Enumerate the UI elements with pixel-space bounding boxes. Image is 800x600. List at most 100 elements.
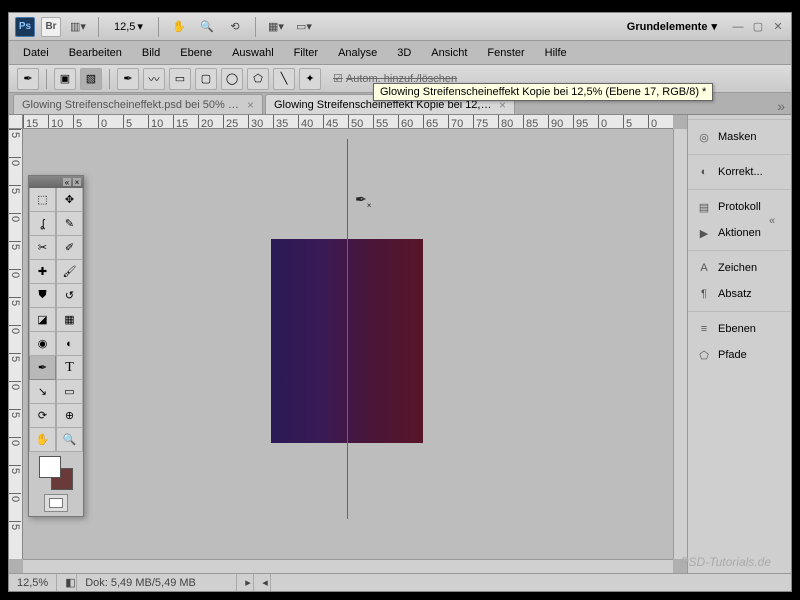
watermark-text: PSD-Tutorials.de — [681, 555, 771, 569]
ruler-origin[interactable] — [9, 115, 23, 129]
gradient-tool[interactable]: ▦ — [56, 308, 83, 332]
panel-icon: ≡ — [696, 321, 712, 337]
crop-tool[interactable]: ✂ — [29, 236, 56, 260]
type-tool[interactable]: T — [56, 356, 83, 380]
3d-camera-tool[interactable]: ⊕ — [56, 404, 83, 428]
paths-mode[interactable]: ▧ — [80, 68, 102, 90]
vertical-ruler[interactable]: 505050505050505 — [9, 129, 23, 559]
dodge-tool[interactable]: ◐ — [56, 332, 83, 356]
move-tool[interactable]: ✥ — [56, 188, 83, 212]
blur-tool[interactable]: ◉ — [29, 332, 56, 356]
zoom-tool[interactable]: 🔍 — [56, 428, 83, 452]
zoom-readout[interactable]: 12,5% — [9, 574, 57, 591]
zoom-level-combo[interactable]: 12,5 ▾ — [108, 18, 149, 35]
quick-select-tool[interactable]: ✎ — [56, 212, 83, 236]
arrange-docs-icon[interactable]: ▦▾ — [265, 16, 287, 38]
pen-tool[interactable]: ✒ — [29, 356, 56, 380]
panel-tab[interactable]: AZeichen — [688, 255, 791, 281]
horizontal-ruler[interactable]: 1510505101520253035404550556065707580859… — [23, 115, 673, 129]
panel-label: Zeichen — [718, 262, 757, 274]
canvas[interactable]: ✒× — [23, 129, 673, 559]
eraser-tool[interactable]: ◪ — [29, 308, 56, 332]
menu-hilfe[interactable]: Hilfe — [535, 43, 577, 63]
application-bar: Ps Br ▥▾ 12,5 ▾ ✋ 🔍 ⟲ ▦▾ ▭▾ Grundelement… — [9, 13, 791, 41]
zoom-tool-icon[interactable]: 🔍 — [196, 16, 218, 38]
marquee-tool[interactable]: ⬚ — [29, 188, 56, 212]
expand-panels-icon[interactable]: « — [769, 215, 783, 229]
document-size-readout[interactable]: Dok: 5,49 MB/5,49 MB — [77, 574, 237, 591]
panel-header[interactable]: « × — [29, 176, 83, 188]
photoshop-logo-icon[interactable]: Ps — [15, 17, 35, 37]
roundrect-shape[interactable]: ▢ — [195, 68, 217, 90]
panel-label: Masken — [718, 131, 757, 143]
color-swatches[interactable] — [39, 456, 73, 490]
3d-tool[interactable]: ⟳ — [29, 404, 56, 428]
panel-label: Protokoll — [718, 201, 761, 213]
menu-filter[interactable]: Filter — [284, 43, 328, 63]
workspace-switcher[interactable]: Grundelemente ▾ — [619, 17, 725, 36]
current-tool-icon[interactable]: ✒ — [17, 68, 39, 90]
scroll-left-icon[interactable]: ◂ — [254, 574, 271, 591]
hand-tool-icon[interactable]: ✋ — [168, 16, 190, 38]
close-icon[interactable]: × — [73, 178, 81, 186]
pen-subtool[interactable]: ✒ — [117, 68, 139, 90]
freeform-pen-subtool[interactable]: 〰 — [143, 68, 165, 90]
menu-bearbeiten[interactable]: Bearbeiten — [59, 43, 132, 63]
panel-icon: ◐ — [696, 164, 712, 180]
polygon-shape[interactable]: ⬠ — [247, 68, 269, 90]
custom-shape[interactable]: ✦ — [299, 68, 321, 90]
shape-layers-mode[interactable]: ▣ — [54, 68, 76, 90]
menu-fenster[interactable]: Fenster — [477, 43, 534, 63]
stamp-tool[interactable]: ⛊ — [29, 284, 56, 308]
maximize-button[interactable]: ▢ — [751, 20, 765, 34]
eyedropper-tool[interactable]: ✐ — [56, 236, 83, 260]
menu-ebene[interactable]: Ebene — [170, 43, 222, 63]
tab-overflow-icon[interactable]: » — [777, 98, 785, 114]
close-button[interactable]: ✕ — [771, 20, 785, 34]
panel-icon: ¶ — [696, 286, 712, 302]
tool-options-bar: ✒ ▣ ▧ ✒ 〰 ▭ ▢ ◯ ⬠ ╲ ✦ ☑ Autom. hinzuf./l… — [9, 65, 791, 93]
panel-tab[interactable]: ⬠Pfade — [688, 342, 791, 368]
panel-tab[interactable]: ¶Absatz — [688, 281, 791, 307]
hand-tool[interactable]: ✋ — [29, 428, 56, 452]
collapse-icon[interactable]: « — [63, 178, 71, 186]
layout-dropdown[interactable]: ▥▾ — [67, 16, 89, 38]
menu-3d[interactable]: 3D — [387, 43, 421, 63]
panel-tab[interactable]: ◎ Masken — [688, 124, 791, 150]
history-brush-tool[interactable]: ↺ — [56, 284, 83, 308]
screen-mode-icon[interactable]: ▭▾ — [293, 16, 315, 38]
line-shape[interactable]: ╲ — [273, 68, 295, 90]
menu-bild[interactable]: Bild — [132, 43, 170, 63]
ellipse-shape[interactable]: ◯ — [221, 68, 243, 90]
shape-tool[interactable]: ▭ — [56, 380, 83, 404]
panel-icon: ◎ — [696, 129, 712, 145]
brush-tool[interactable]: 🖌 — [56, 260, 83, 284]
panel-label: Aktionen — [718, 227, 761, 239]
guide-line[interactable] — [347, 139, 348, 519]
panel-tab[interactable]: ≡Ebenen — [688, 316, 791, 342]
menu-analyse[interactable]: Analyse — [328, 43, 387, 63]
rect-shape[interactable]: ▭ — [169, 68, 191, 90]
status-icon[interactable]: ◧ — [57, 574, 77, 591]
collapsed-panel-dock: ◎Masken◐Korrekt...▤Protokoll▶AktionenAZe… — [687, 115, 791, 573]
lasso-tool[interactable]: ʆ — [29, 212, 56, 236]
menu-ansicht[interactable]: Ansicht — [421, 43, 477, 63]
tools-panel[interactable]: « × ⬚ ✥ ʆ ✎ ✂ ✐ ✚ 🖌 ⛊ ↺ ◪ ▦ ◉ ◐ ✒ T ↘ ▭ … — [28, 175, 84, 517]
panel-icon: ▤ — [696, 199, 712, 215]
close-icon[interactable]: × — [247, 98, 254, 112]
rotate-view-icon[interactable]: ⟲ — [224, 16, 246, 38]
document-tab[interactable]: Glowing Streifenscheineffekt.psd bei 50%… — [13, 94, 263, 114]
canvas-region: 1510505101520253035404550556065707580859… — [9, 115, 687, 573]
bridge-logo-icon[interactable]: Br — [41, 17, 61, 37]
vertical-scrollbar[interactable] — [673, 129, 687, 559]
healing-tool[interactable]: ✚ — [29, 260, 56, 284]
quick-mask-toggle[interactable] — [44, 494, 68, 512]
foreground-color-swatch[interactable] — [39, 456, 61, 478]
path-select-tool[interactable]: ↘ — [29, 380, 56, 404]
minimize-button[interactable]: — — [731, 20, 745, 34]
horizontal-scrollbar[interactable] — [23, 559, 673, 573]
menu-datei[interactable]: Datei — [13, 43, 59, 63]
menu-auswahl[interactable]: Auswahl — [222, 43, 284, 63]
status-menu-icon[interactable]: ▸ — [237, 574, 254, 591]
panel-tab[interactable]: ◐Korrekt... — [688, 159, 791, 185]
